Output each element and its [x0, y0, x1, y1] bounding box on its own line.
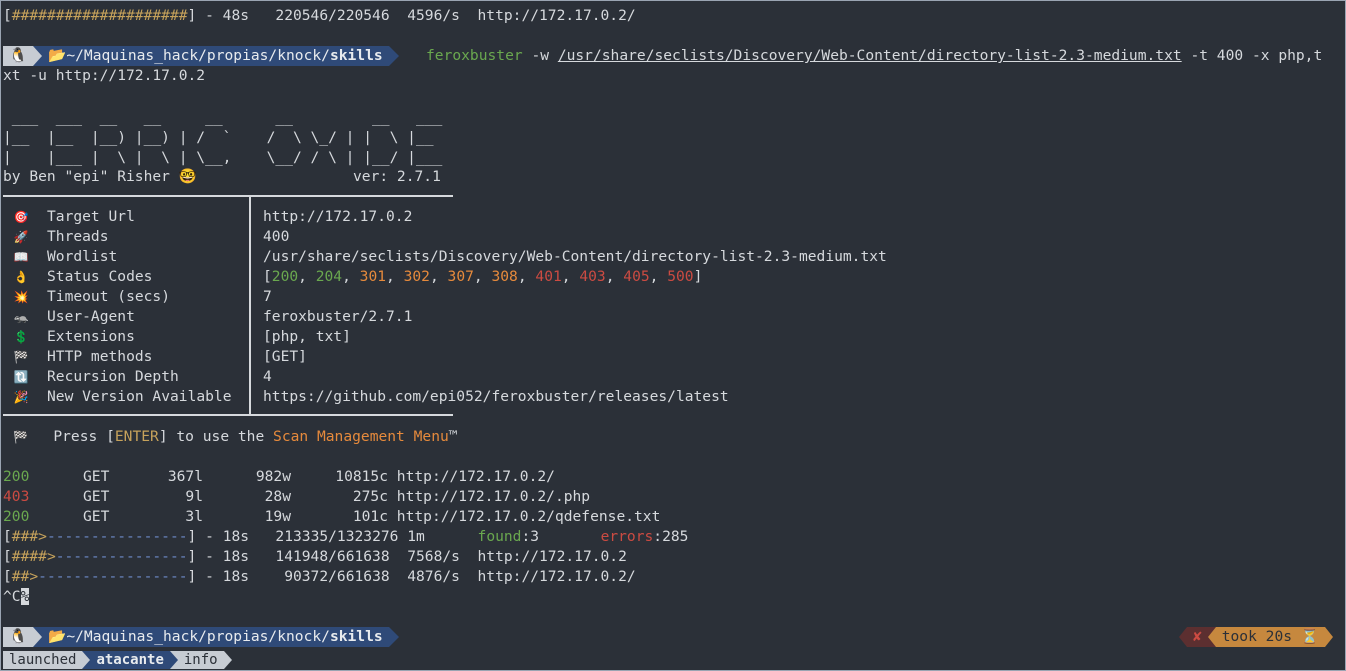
cursor: % [20, 588, 30, 605]
progress-line: [###>----------------] - 18s 213335/1323… [3, 528, 689, 545]
status-code: 302 [403, 268, 430, 285]
party-popper-icon: 🎉 [13, 390, 29, 404]
config-row: 👌 Status Codes [200, 204, 301, 302, 307, 3… [13, 268, 703, 285]
banner-version: ver: 2.7.1 [353, 168, 441, 185]
config-row: 🔃 Recursion Depth 4 [13, 368, 272, 385]
banner-art-3: | |___ | \ | \ | \__, \__/ / \ | |__/ |_… [3, 149, 443, 166]
tmux-status-bar: launched atacante info [3, 651, 232, 669]
scan-menu-hint: 🏁 Press [ENTER] to use the Scan Manageme… [13, 428, 458, 445]
config-row: 🎯 Target Url http://172.17.0.2 [13, 208, 413, 225]
config-row: 🚀 Threads 400 [13, 228, 290, 245]
command-wrap: xt -u http://172.17.0.2 [3, 67, 206, 84]
checkered-flag-icon: 🏁 [13, 430, 28, 444]
banner-art-1: ___ ___ __ __ __ __ __ ___ [3, 109, 443, 126]
status-code: 500 [667, 268, 694, 285]
config-row: 💲 Extensions [php, txt] [13, 328, 351, 345]
tmux-tab-atacante[interactable]: atacante [90, 651, 170, 669]
book-icon: 📖 [13, 250, 29, 264]
linux-icon: 🐧 [3, 46, 34, 66]
status-code: 307 [447, 268, 474, 285]
repeat-icon: 🔃 [13, 370, 29, 384]
progress-line: [##>-----------------] - 18s 90372/66163… [3, 568, 636, 585]
right-prompt: ✘ took 20s ⏳ [1178, 627, 1333, 647]
config-row: 💥 Timeout (secs) 7 [13, 288, 272, 305]
status-code: 301 [359, 268, 387, 285]
status-code: 204 [315, 268, 343, 285]
shell-prompt: 🐧 📂~/Maquinas_hack/propias/knock/skills [3, 627, 399, 647]
target-icon: 🎯 [13, 210, 29, 224]
divider [3, 195, 453, 197]
interrupt-line: ^C% [3, 588, 30, 605]
hourglass-icon: ⏳ [1300, 628, 1319, 645]
progress-line: [####>---------------] - 18s 141948/6616… [3, 548, 627, 565]
terminal-window[interactable]: [####################] - 48s 220546/2205… [0, 0, 1346, 671]
status-code: 403 [579, 268, 606, 285]
folder-icon: 📂 [48, 628, 67, 645]
folder-icon: 📂 [48, 47, 67, 64]
progress-line-top: [####################] - 48s 220546/2205… [3, 7, 636, 24]
result-row: 403 GET 9l 28w 275c http://172.17.0.2/.php [3, 488, 591, 505]
status-code: 405 [623, 268, 650, 285]
config-row: 🦡 User-Agent feroxbuster/2.7.1 [13, 308, 413, 325]
exit-error-icon: ✘ [1186, 627, 1208, 647]
shell-prompt: 🐧 📂~/Maquinas_hack/propias/knock/skills [3, 46, 399, 66]
banner-byline: by Ben "epi" Risher 🤓 [3, 168, 197, 185]
status-code: 401 [535, 268, 562, 285]
config-row: 🎉 New Version Available https://github.com… [13, 388, 729, 405]
checkered-flag-icon: 🏁 [13, 350, 29, 364]
prompt-path: 📂~/Maquinas_hack/propias/knock/skills [42, 46, 389, 66]
result-row: 200 GET 3l 19w 101c http://172.17.0.2/qdefen… [3, 508, 661, 525]
status-codes-list: [200, 204, 301, 302, 307, 308, 401, 403,… [263, 268, 703, 285]
ok-hand-icon: 👌 [13, 270, 29, 284]
command-line: feroxbuster -w /usr/share/seclists/Disco… [426, 47, 1323, 64]
rocket-icon: 🚀 [13, 230, 29, 244]
prompt-path: 📂~/Maquinas_hack/propias/knock/skills [42, 627, 389, 647]
status-code: 308 [491, 268, 518, 285]
badger-icon: 🦡 [13, 310, 29, 324]
config-row: 🏁 HTTP methods [GET] [13, 348, 307, 365]
dollar-icon: 💲 [13, 330, 29, 344]
tmux-tab-info[interactable]: info [177, 651, 224, 669]
status-code: 200 [271, 268, 299, 285]
linux-icon: 🐧 [3, 627, 34, 647]
result-row: 200 GET 367l 982w 10815c http://172.17.0.2/ [3, 468, 555, 485]
config-row: 📖 Wordlist/usr/share/seclists/Discovery/W… [13, 248, 887, 265]
banner-art-2: |__ |__ |__) |__) | / ` / \ \_/ | | \ |_… [3, 129, 434, 146]
took-time: took 20s ⏳ [1215, 627, 1325, 647]
tmux-tab-launched[interactable]: launched [3, 651, 83, 669]
nerd-face-icon: 🤓 [178, 168, 197, 185]
collision-icon: 💥 [13, 290, 29, 304]
divider [3, 414, 453, 416]
